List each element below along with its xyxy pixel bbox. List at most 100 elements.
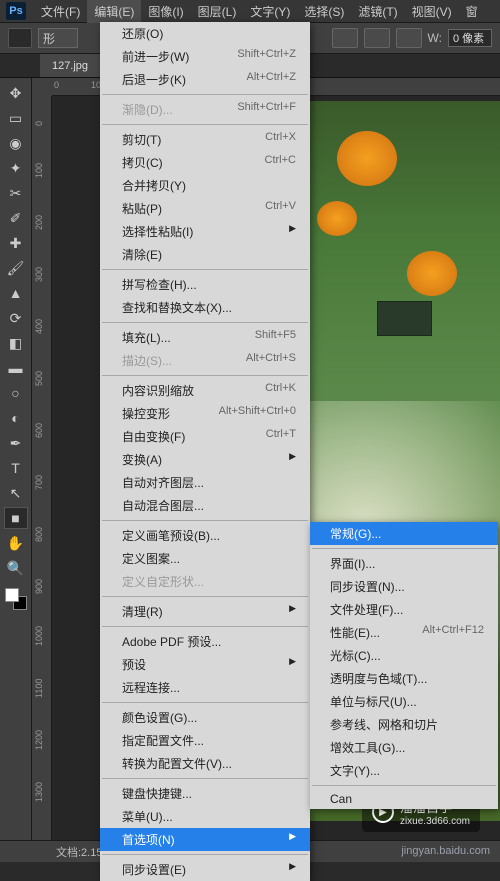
watermark-url: zixue.3d66.com bbox=[400, 816, 470, 827]
submenu-item[interactable]: 参考线、网格和切片 bbox=[310, 713, 498, 736]
menu-item[interactable]: 拼写检查(H)... bbox=[100, 273, 310, 296]
menu-window[interactable]: 窗 bbox=[459, 0, 485, 23]
marquee-tool[interactable]: ▭ bbox=[4, 107, 28, 129]
edit-menu-dropdown: 还原(O)前进一步(W)Shift+Ctrl+Z后退一步(K)Alt+Ctrl+… bbox=[100, 22, 310, 881]
submenu-item[interactable]: 性能(E)...Alt+Ctrl+F12 bbox=[310, 621, 498, 644]
menu-select[interactable]: 选择(S) bbox=[297, 0, 351, 23]
menu-layer[interactable]: 图层(L) bbox=[191, 0, 244, 23]
dodge-tool[interactable]: ◐ bbox=[4, 407, 28, 429]
menu-item[interactable]: 键盘快捷键... bbox=[100, 782, 310, 805]
wand-tool[interactable]: ✦ bbox=[4, 157, 28, 179]
menu-type[interactable]: 文字(Y) bbox=[243, 0, 297, 23]
submenu-item[interactable]: 单位与标尺(U)... bbox=[310, 690, 498, 713]
text-tool[interactable]: T bbox=[4, 457, 28, 479]
menu-item[interactable]: Adobe PDF 预设... bbox=[100, 630, 310, 653]
lasso-tool[interactable]: ◉ bbox=[4, 132, 28, 154]
submenu-item[interactable]: 常规(G)... bbox=[310, 522, 498, 545]
gradient-tool[interactable]: ▬ bbox=[4, 357, 28, 379]
menu-item[interactable]: 远程连接... bbox=[100, 676, 310, 699]
menu-item[interactable]: 定义画笔预设(B)... bbox=[100, 524, 310, 547]
menu-item[interactable]: 填充(L)...Shift+F5 bbox=[100, 326, 310, 349]
submenu-item[interactable]: Can bbox=[310, 789, 498, 809]
submenu-item[interactable]: 同步设置(N)... bbox=[310, 575, 498, 598]
menu-item[interactable]: 操控变形Alt+Shift+Ctrl+0 bbox=[100, 402, 310, 425]
eyedropper-tool[interactable]: ✐ bbox=[4, 207, 28, 229]
menu-item[interactable]: 同步设置(E)▶ bbox=[100, 858, 310, 881]
hand-tool[interactable]: ✋ bbox=[4, 532, 28, 554]
rectangle-tool[interactable]: ■ bbox=[4, 507, 28, 529]
color-swatches[interactable] bbox=[5, 588, 27, 610]
garden-sign-icon bbox=[377, 301, 432, 336]
menu-item[interactable]: 变换(A)▶ bbox=[100, 448, 310, 471]
shape-mode-dropdown[interactable]: 形 bbox=[38, 28, 78, 48]
opt-btn-1[interactable] bbox=[332, 28, 358, 48]
menu-item[interactable]: 查找和替换文本(X)... bbox=[100, 296, 310, 319]
pen-tool[interactable]: ✒ bbox=[4, 432, 28, 454]
preferences-submenu: 常规(G)... 界面(I)...同步设置(N)...文件处理(F)...性能(E… bbox=[310, 522, 498, 809]
menu-item[interactable]: 合并拷贝(Y) bbox=[100, 174, 310, 197]
submenu-item[interactable]: 界面(I)... bbox=[310, 552, 498, 575]
menu-item[interactable]: 还原(O) bbox=[100, 22, 310, 45]
submenu-item[interactable]: 文件处理(F)... bbox=[310, 598, 498, 621]
menu-item: 描边(S)...Alt+Ctrl+S bbox=[100, 349, 310, 372]
eraser-tool[interactable]: ◧ bbox=[4, 332, 28, 354]
ps-logo-icon: Ps bbox=[6, 2, 26, 20]
path-select-tool[interactable]: ↖ bbox=[4, 482, 28, 504]
menu-item[interactable]: 剪切(T)Ctrl+X bbox=[100, 128, 310, 151]
menu-item[interactable]: 定义图案... bbox=[100, 547, 310, 570]
menu-item[interactable]: 后退一步(K)Alt+Ctrl+Z bbox=[100, 68, 310, 91]
menu-item[interactable]: 清除(E) bbox=[100, 243, 310, 266]
tools-panel: ✥ ▭ ◉ ✦ ✂ ✐ ✚ 🖌 ▲ ⟳ ◧ ▬ ○ ◐ ✒ T ↖ ■ ✋ 🔍 bbox=[0, 78, 32, 840]
submenu-item[interactable]: 光标(C)... bbox=[310, 644, 498, 667]
tool-preset-icon[interactable] bbox=[8, 28, 32, 48]
opt-btn-3[interactable] bbox=[396, 28, 422, 48]
foreground-swatch[interactable] bbox=[5, 588, 19, 602]
menu-separator bbox=[102, 854, 308, 855]
history-brush-tool[interactable]: ⟳ bbox=[4, 307, 28, 329]
menu-separator bbox=[102, 322, 308, 323]
menu-separator bbox=[102, 596, 308, 597]
width-input[interactable]: 0 像素 bbox=[448, 29, 492, 47]
menu-item[interactable]: 自动对齐图层... bbox=[100, 471, 310, 494]
doc-tab[interactable]: 127.jpg bbox=[40, 54, 100, 77]
watermark-credit: jingyan.baidu.com bbox=[401, 844, 490, 858]
menu-image[interactable]: 图像(I) bbox=[141, 0, 190, 23]
ruler-vertical[interactable]: 0 100 200 300 400 500 600 700 800 900 10… bbox=[32, 96, 52, 840]
menu-item[interactable]: 粘贴(P)Ctrl+V bbox=[100, 197, 310, 220]
menu-item[interactable]: 拷贝(C)Ctrl+C bbox=[100, 151, 310, 174]
menu-item[interactable]: 指定配置文件... bbox=[100, 729, 310, 752]
opt-btn-2[interactable] bbox=[364, 28, 390, 48]
menu-item[interactable]: 清理(R)▶ bbox=[100, 600, 310, 623]
submenu-item[interactable]: 透明度与色域(T)... bbox=[310, 667, 498, 690]
menu-item[interactable]: 自由变换(F)Ctrl+T bbox=[100, 425, 310, 448]
menu-item[interactable]: 预设▶ bbox=[100, 653, 310, 676]
menu-item[interactable]: 前进一步(W)Shift+Ctrl+Z bbox=[100, 45, 310, 68]
menu-filter[interactable]: 滤镜(T) bbox=[351, 0, 404, 23]
menu-item[interactable]: 首选项(N)▶ bbox=[100, 828, 310, 851]
menu-item[interactable]: 菜单(U)... bbox=[100, 805, 310, 828]
menu-separator bbox=[102, 94, 308, 95]
menu-view[interactable]: 视图(V) bbox=[405, 0, 459, 23]
brush-tool[interactable]: 🖌 bbox=[4, 257, 28, 279]
menu-item: 渐隐(D)...Shift+Ctrl+F bbox=[100, 98, 310, 121]
zoom-tool[interactable]: 🔍 bbox=[4, 557, 28, 579]
menu-item[interactable]: 选择性粘贴(I)▶ bbox=[100, 220, 310, 243]
menu-file[interactable]: 文件(F) bbox=[34, 0, 87, 23]
flower-decor-icon bbox=[407, 251, 457, 296]
menu-separator bbox=[102, 269, 308, 270]
menu-item[interactable]: 转换为配置文件(V)... bbox=[100, 752, 310, 775]
stamp-tool[interactable]: ▲ bbox=[4, 282, 28, 304]
menu-item[interactable]: 自动混合图层... bbox=[100, 494, 310, 517]
blur-tool[interactable]: ○ bbox=[4, 382, 28, 404]
crop-tool[interactable]: ✂ bbox=[4, 182, 28, 204]
menubar: Ps 文件(F) 编辑(E) 图像(I) 图层(L) 文字(Y) 选择(S) 滤… bbox=[0, 0, 500, 22]
menu-separator bbox=[102, 375, 308, 376]
submenu-item[interactable]: 文字(Y)... bbox=[310, 759, 498, 782]
menu-edit[interactable]: 编辑(E) bbox=[87, 0, 141, 23]
healing-tool[interactable]: ✚ bbox=[4, 232, 28, 254]
menu-separator bbox=[102, 124, 308, 125]
submenu-item[interactable]: 增效工具(G)... bbox=[310, 736, 498, 759]
menu-item[interactable]: 内容识别缩放Ctrl+K bbox=[100, 379, 310, 402]
move-tool[interactable]: ✥ bbox=[4, 82, 28, 104]
menu-item[interactable]: 颜色设置(G)... bbox=[100, 706, 310, 729]
